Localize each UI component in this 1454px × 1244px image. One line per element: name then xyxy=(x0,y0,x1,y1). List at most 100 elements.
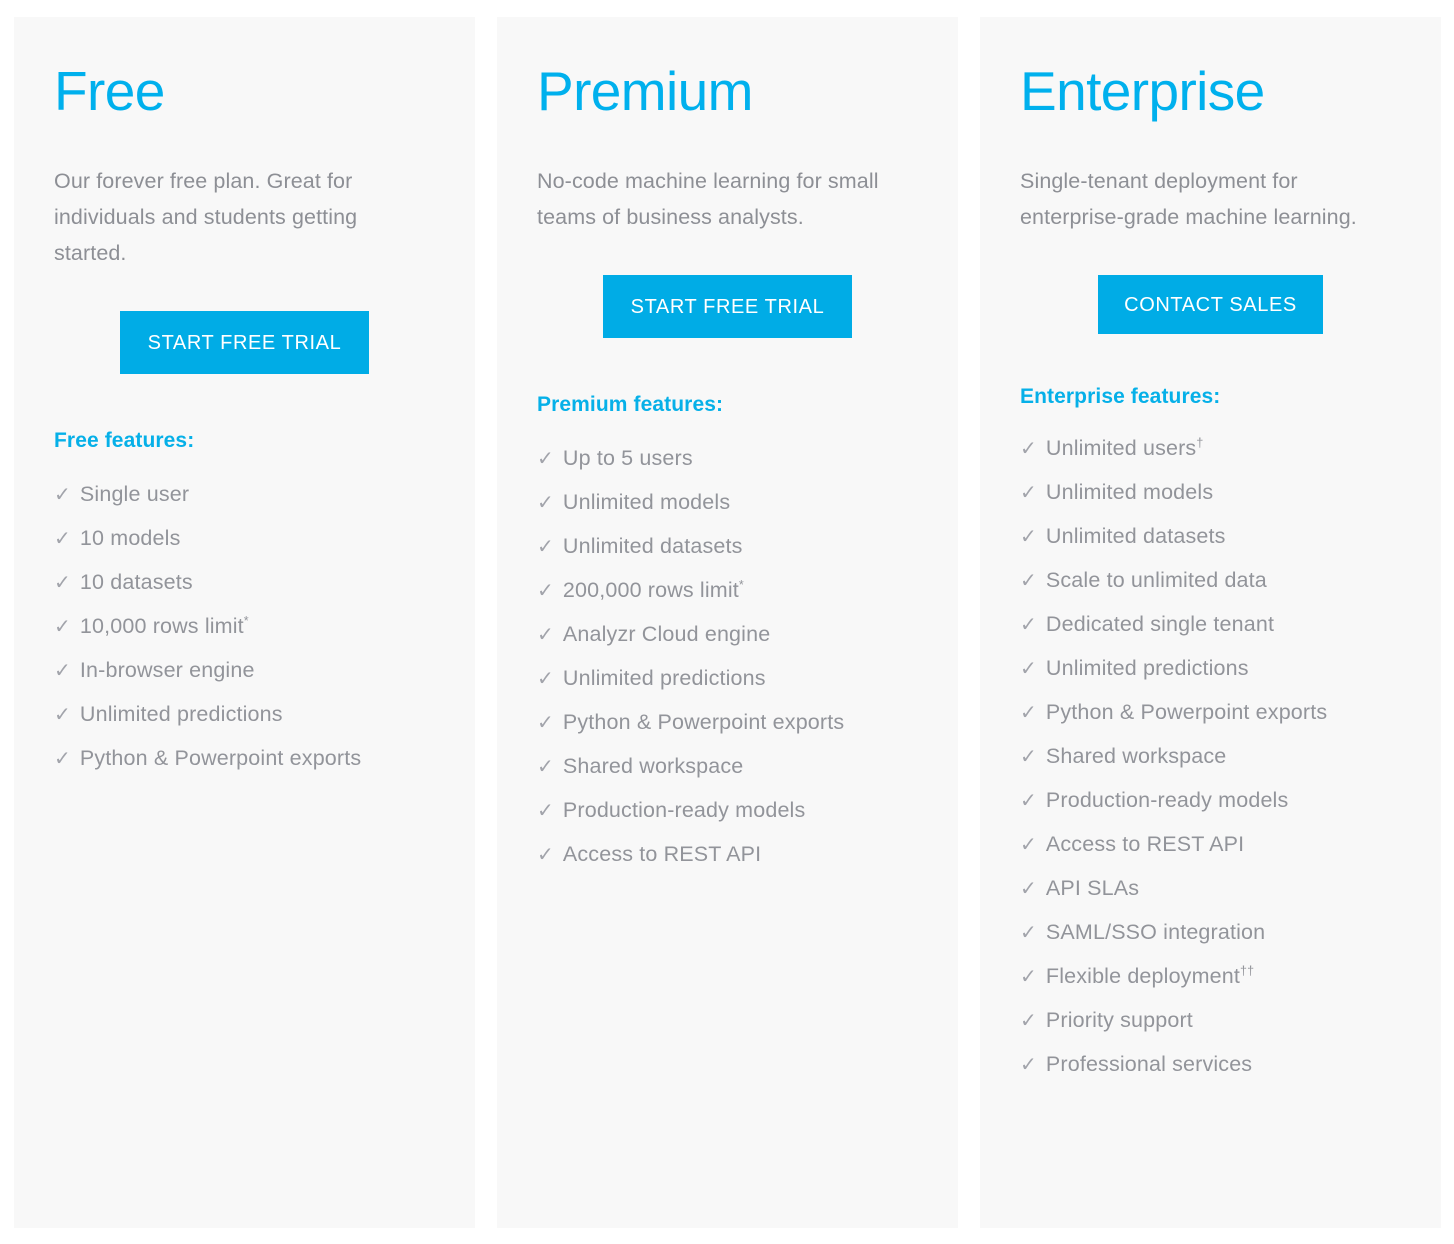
feature-label: Unlimited users† xyxy=(1045,435,1204,460)
check-icon: ✓ xyxy=(54,704,71,727)
features-list-enterprise: ✓ Unlimited users† ✓ Unlimited models ✓ Unlim… xyxy=(1020,435,1401,1098)
feature-footnote-marker: * xyxy=(738,577,744,592)
feature-label: Unlimited predictions xyxy=(79,702,283,727)
feature-label: 10,000 rows limit* xyxy=(79,613,249,639)
feature-item: ✓ Python & Powerpoint exports xyxy=(54,748,435,792)
check-icon: ✓ xyxy=(537,667,554,690)
feature-item: ✓ Production-ready models xyxy=(1020,787,1401,834)
feature-item: ✓ Priority support xyxy=(1020,1007,1401,1054)
check-icon: ✓ xyxy=(1020,965,1037,988)
feature-item: ✓ Python & Powerpoint exports xyxy=(1020,699,1401,746)
check-icon: ✓ xyxy=(537,843,554,866)
feature-item: ✓ Shared workspace xyxy=(1020,745,1401,790)
check-icon: ✓ xyxy=(1020,437,1037,460)
feature-label: Flexible deployment†† xyxy=(1045,963,1255,988)
feature-label: Analyzr Cloud engine xyxy=(562,621,771,646)
feature-label: In-browser engine xyxy=(79,658,255,683)
feature-item: ✓ Dedicated single tenant xyxy=(1020,613,1401,658)
feature-label: Unlimited models xyxy=(1045,479,1214,504)
feature-item: ✓ In-browser engine xyxy=(54,660,435,704)
feature-item: ✓ 200,000 rows limit* xyxy=(537,577,918,624)
feature-label: 10 datasets xyxy=(79,570,193,595)
check-icon: ✓ xyxy=(54,616,71,639)
feature-item: ✓ Unlimited datasets xyxy=(537,533,918,580)
feature-item: ✓ Production-ready models xyxy=(537,799,918,844)
feature-label: API SLAs xyxy=(1045,875,1140,900)
cta-wrapper-premium: START FREE TRIAL xyxy=(537,274,918,338)
feature-label: Python & Powerpoint exports xyxy=(562,709,845,734)
feature-label: Unlimited models xyxy=(562,489,731,514)
check-icon: ✓ xyxy=(1020,789,1037,812)
feature-label: Access to REST API xyxy=(1045,831,1245,856)
check-icon: ✓ xyxy=(1020,701,1037,724)
feature-item: ✓ API SLAs xyxy=(1020,875,1401,922)
check-icon: ✓ xyxy=(54,748,71,771)
check-icon: ✓ xyxy=(1020,921,1037,944)
check-icon: ✓ xyxy=(537,579,554,602)
feature-item: ✓ 10,000 rows limit* xyxy=(54,613,435,660)
contact-sales-button[interactable]: CONTACT SALES xyxy=(1098,274,1323,334)
pricing-plans-grid: Free Our forever free plan. Great for in… xyxy=(0,0,1454,1244)
check-icon: ✓ xyxy=(537,711,554,734)
feature-item: ✓ Flexible deployment†† xyxy=(1020,963,1401,1010)
check-icon: ✓ xyxy=(1020,1009,1037,1032)
feature-label: Unlimited datasets xyxy=(1045,523,1226,548)
plan-title-free: Free xyxy=(54,60,165,122)
feature-label: Production-ready models xyxy=(1045,787,1289,812)
start-free-trial-button[interactable]: START FREE TRIAL xyxy=(602,274,853,338)
feature-item: ✓ Access to REST API xyxy=(1020,831,1401,878)
check-icon: ✓ xyxy=(1020,657,1037,680)
feature-label: Priority support xyxy=(1045,1007,1193,1032)
feature-item: ✓ Scale to unlimited data xyxy=(1020,567,1401,614)
features-list-premium: ✓ Up to 5 users ✓ Unlimited models ✓ Unlimite… xyxy=(537,447,918,888)
feature-item: ✓ Access to REST API xyxy=(537,843,918,888)
feature-label: Unlimited predictions xyxy=(1045,655,1249,680)
check-icon: ✓ xyxy=(54,572,71,595)
plan-title-enterprise: Enterprise xyxy=(1020,60,1265,122)
check-icon: ✓ xyxy=(537,623,554,646)
feature-footnote-marker: * xyxy=(243,613,249,628)
feature-label: 200,000 rows limit* xyxy=(562,577,744,602)
cta-wrapper-free: START FREE TRIAL xyxy=(54,311,435,375)
feature-footnote-marker: †† xyxy=(1239,963,1255,978)
feature-item: ✓ Unlimited models xyxy=(537,489,918,536)
feature-item: ✓ Unlimited predictions xyxy=(537,667,918,712)
feature-item: ✓ Analyzr Cloud engine xyxy=(537,621,918,668)
feature-label: Python & Powerpoint exports xyxy=(1045,699,1328,724)
feature-item: ✓ Up to 5 users xyxy=(537,447,918,492)
features-heading-premium: Premium features: xyxy=(537,392,724,416)
check-icon: ✓ xyxy=(1020,877,1037,900)
plan-card-enterprise: Enterprise Single-tenant deployment for … xyxy=(980,17,1441,1228)
feature-item: ✓ Unlimited models xyxy=(1020,479,1401,526)
plan-tagline-enterprise: Single-tenant deployment for enterprise-… xyxy=(1020,168,1357,229)
check-icon: ✓ xyxy=(54,528,71,551)
feature-item: ✓ Unlimited predictions xyxy=(1020,655,1401,702)
feature-item: ✓ Unlimited users† xyxy=(1020,435,1401,482)
plan-tagline-free: Our forever free plan. Great for individ… xyxy=(54,168,358,265)
feature-item: ✓ Shared workspace xyxy=(537,755,918,800)
feature-item: ✓ 10 models xyxy=(54,528,435,572)
check-icon: ✓ xyxy=(537,799,554,822)
check-icon: ✓ xyxy=(1020,525,1037,548)
feature-label: 10 models xyxy=(79,526,181,551)
plan-card-free: Free Our forever free plan. Great for in… xyxy=(14,17,475,1228)
check-icon: ✓ xyxy=(537,447,554,470)
check-icon: ✓ xyxy=(537,755,554,778)
feature-item: ✓ Single user xyxy=(54,484,435,528)
start-free-trial-button[interactable]: START FREE TRIAL xyxy=(119,311,370,375)
plan-card-premium: Premium No-code machine learning for sma… xyxy=(497,17,958,1228)
feature-label: Professional services xyxy=(1045,1051,1253,1076)
check-icon: ✓ xyxy=(537,491,554,514)
check-icon: ✓ xyxy=(1020,1053,1037,1076)
check-icon: ✓ xyxy=(1020,745,1037,768)
check-icon: ✓ xyxy=(54,484,71,507)
cta-wrapper-enterprise: CONTACT SALES xyxy=(1020,274,1401,334)
feature-item: ✓ Unlimited datasets xyxy=(1020,523,1401,570)
check-icon: ✓ xyxy=(1020,613,1037,636)
check-icon: ✓ xyxy=(1020,569,1037,592)
feature-label: Unlimited datasets xyxy=(562,533,743,558)
feature-item: ✓ Python & Powerpoint exports xyxy=(537,709,918,756)
feature-label: Scale to unlimited data xyxy=(1045,567,1267,592)
check-icon: ✓ xyxy=(1020,833,1037,856)
features-heading-enterprise: Enterprise features: xyxy=(1020,384,1221,408)
